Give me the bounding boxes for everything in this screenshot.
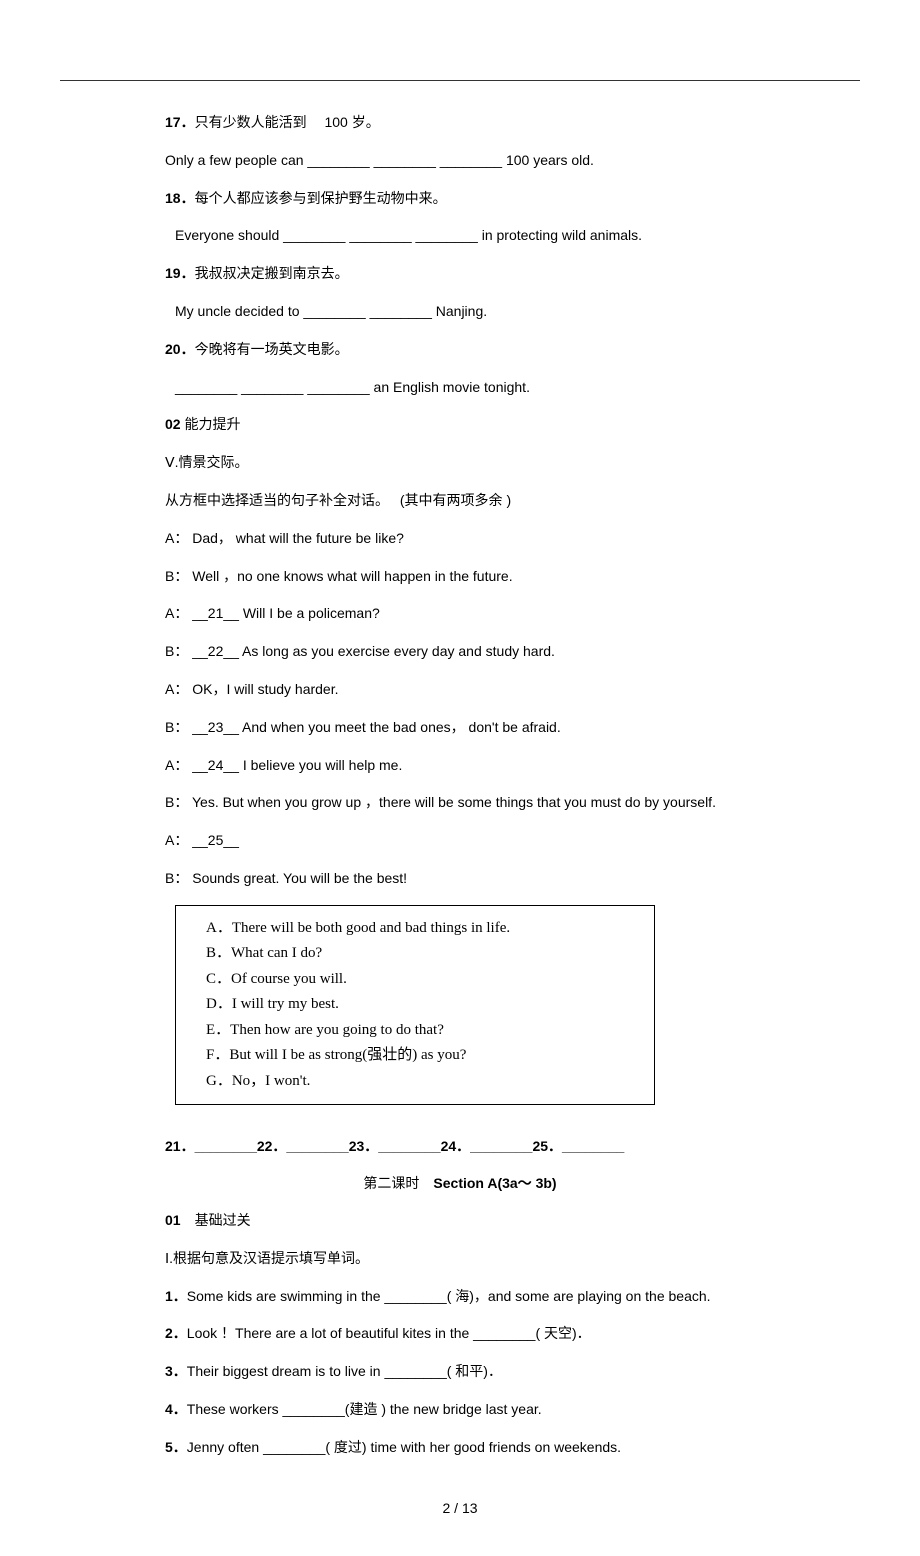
part5-label: Ⅴ.情景交际。 [165, 451, 755, 475]
v2-txt: Look ！There are a lot of beautiful kites… [187, 1325, 591, 1341]
opt-a: A．There will be both good and bad things… [206, 916, 624, 942]
dlg-9: B： Sounds great. You will be the best! [165, 867, 755, 891]
q20-en: ________ ________ ________ an English mo… [165, 376, 755, 400]
sec02-title: 能力提升 [184, 416, 240, 432]
content-area: 17．只有少数人能活到 100 岁。 Only a few people can… [60, 111, 860, 1516]
answers-line-text: 21．________22．________23．________24．____… [165, 1138, 624, 1154]
q17-num: 17． [165, 114, 195, 130]
q19-num: 19． [165, 265, 195, 281]
sec01-label: 01 [165, 1212, 181, 1228]
dlg-1: B： Well ，no one knows what will happen i… [165, 565, 755, 589]
v4: 4．These workers ________(建造 ) the new br… [165, 1398, 755, 1422]
sec01-heading: 01 基础过关 [165, 1209, 755, 1233]
v3-num: 3． [165, 1363, 187, 1379]
dlg-3: B： __22__ As long as you exercise every … [165, 640, 755, 664]
dlg-2: A： __21__ Will I be a policeman? [165, 602, 755, 626]
section-title: 第二课时 Section A(3a～ 3b) [165, 1173, 755, 1193]
v1: 1．Some kids are swimming in the ________… [165, 1285, 755, 1309]
sec02-heading: 02 能力提升 [165, 413, 755, 437]
q20-num: 20． [165, 341, 195, 357]
section-title-prefix: 第二课时 [363, 1175, 433, 1191]
options-box: A．There will be both good and bad things… [175, 905, 655, 1106]
opt-b: B．What can I do? [206, 941, 624, 967]
opt-c: C．Of course you will. [206, 967, 624, 993]
v5-num: 5． [165, 1439, 187, 1455]
q20-zh-text: 今晚将有一场英文电影。 [195, 341, 349, 357]
opt-d: D．I will try my best. [206, 992, 624, 1018]
opt-e: E．Then how are you going to do that? [206, 1018, 624, 1044]
v1-num: 1． [165, 1288, 187, 1304]
opt-f: F．But will I be as strong(强壮的) as you? [206, 1043, 624, 1069]
q18-num: 18． [165, 190, 195, 206]
v3: 3．Their biggest dream is to live in ____… [165, 1360, 755, 1384]
v5: 5．Jenny often ________( 度过) time with he… [165, 1436, 755, 1460]
sec01-title: 基础过关 [181, 1212, 251, 1228]
answers-line: 21．________22．________23．________24．____… [165, 1135, 755, 1159]
q19-zh: 19．我叔叔决定搬到南京去。 [165, 262, 755, 286]
dlg-0: A： Dad， what will the future be like? [165, 527, 755, 551]
page-number: 2 / 13 [165, 1500, 755, 1516]
part1-label: Ⅰ.根据句意及汉语提示填写单词。 [165, 1247, 755, 1271]
q17-zh: 17．只有少数人能活到 100 岁。 [165, 111, 755, 135]
q18-zh: 18．每个人都应该参与到保护野生动物中来。 [165, 187, 755, 211]
q18-zh-text: 每个人都应该参与到保护野生动物中来。 [195, 190, 447, 206]
dlg-8: A： __25__ [165, 829, 755, 853]
dlg-4: A： OK，I will study harder. [165, 678, 755, 702]
v2: 2．Look ！There are a lot of beautiful kit… [165, 1322, 755, 1346]
part5-instr: 从方框中选择适当的句子补全对话。 (其中有两项多余 ) [165, 489, 755, 513]
dlg-5: B： __23__ And when you meet the bad ones… [165, 716, 755, 740]
q18-en: Everyone should ________ ________ ______… [165, 224, 755, 248]
dlg-7: B： Yes. But when you grow up ，there will… [165, 791, 755, 815]
v1-txt: Some kids are swimming in the ________( … [187, 1288, 711, 1304]
top-rule [60, 80, 860, 81]
sec02-label: 02 [165, 416, 181, 432]
q19-en: My uncle decided to ________ ________ Na… [165, 300, 755, 324]
q20-zh: 20．今晚将有一场英文电影。 [165, 338, 755, 362]
v2-num: 2． [165, 1325, 187, 1341]
section-title-bold: Section A(3a～ 3b) [433, 1175, 556, 1191]
v5-txt: Jenny often ________( 度过) time with her … [187, 1439, 621, 1455]
q17-en: Only a few people can ________ ________ … [165, 149, 755, 173]
q17-zh-text: 只有少数人能活到 100 岁。 [195, 114, 380, 130]
opt-g: G．No，I won't. [206, 1069, 624, 1095]
v4-txt: These workers ________(建造 ) the new brid… [187, 1401, 542, 1417]
dlg-6: A： __24__ I believe you will help me. [165, 754, 755, 778]
v4-num: 4． [165, 1401, 187, 1417]
q19-zh-text: 我叔叔决定搬到南京去。 [195, 265, 349, 281]
v3-txt: Their biggest dream is to live in ______… [187, 1363, 502, 1379]
